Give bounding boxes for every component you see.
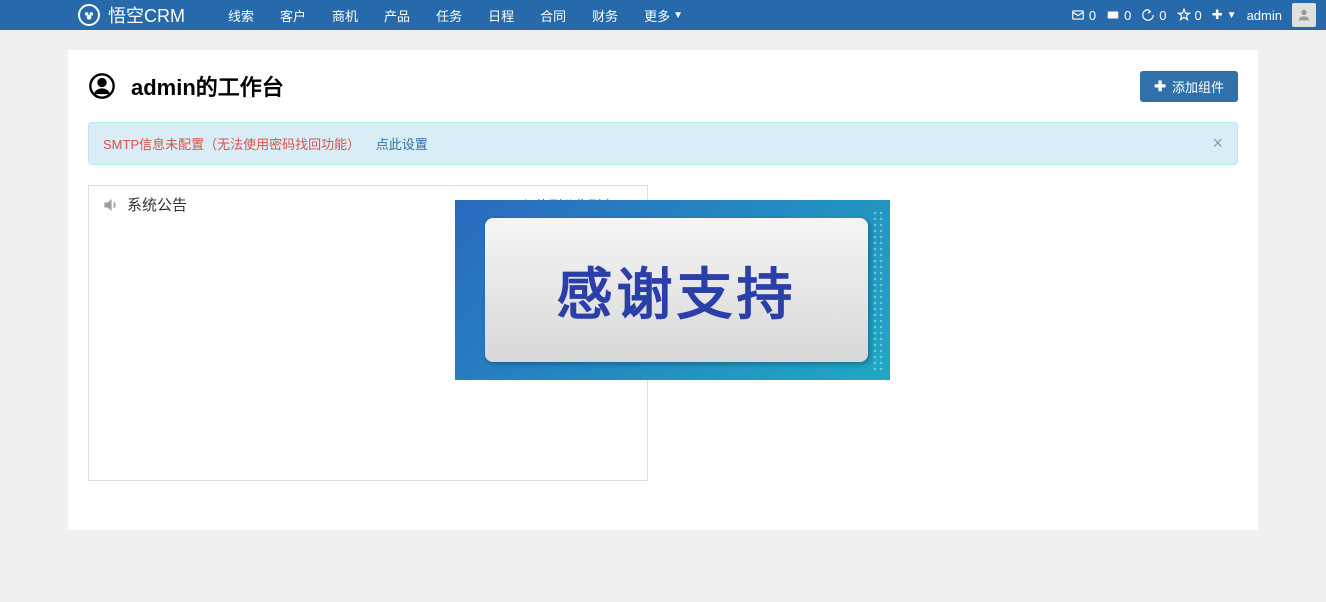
card-icon <box>1106 8 1120 22</box>
nav-item-customers[interactable]: 客户 <box>267 6 319 25</box>
logo-section[interactable]: 悟空CRM <box>78 2 185 28</box>
refresh-icon <box>1141 8 1155 22</box>
alert-text: SMTP信息未配置（无法使用密码找回功能） <box>103 137 360 152</box>
stat-mail[interactable]: 0 <box>1071 8 1096 23</box>
nav-menu: 线索 客户 商机 产品 任务 日程 合同 财务 更多▼ <box>215 6 696 25</box>
username[interactable]: admin <box>1247 8 1282 23</box>
caret-down-icon: ▼ <box>1227 10 1237 21</box>
plus-icon: ✚ <box>1154 78 1166 95</box>
alert-close-button[interactable]: × <box>1212 133 1223 154</box>
nav-right: 0 0 0 0 ✚ ▼ admin <box>1071 3 1316 27</box>
nav-item-opportunities[interactable]: 商机 <box>319 6 371 25</box>
nav-item-more[interactable]: 更多▼ <box>631 6 696 25</box>
modal-inner: 感谢支持 <box>485 218 868 362</box>
modal-box: 感谢支持 <box>455 200 890 380</box>
star-icon <box>1177 8 1191 22</box>
speaker-icon <box>103 197 119 213</box>
nav-item-tasks[interactable]: 任务 <box>423 6 475 25</box>
stat-card[interactable]: 0 <box>1106 8 1131 23</box>
plus-icon: ✚ <box>1212 7 1223 23</box>
modal-text: 感谢支持 <box>557 250 797 331</box>
stat-star[interactable]: 0 <box>1177 8 1202 23</box>
navbar: 悟空CRM 线索 客户 商机 产品 任务 日程 合同 财务 更多▼ 0 0 0 … <box>0 0 1326 30</box>
modal-dots-decoration <box>872 210 884 370</box>
stat-refresh[interactable]: 0 <box>1141 8 1166 23</box>
monkey-logo-icon <box>78 4 100 26</box>
nav-item-products[interactable]: 产品 <box>371 6 423 25</box>
nav-item-contracts[interactable]: 合同 <box>527 6 579 25</box>
user-avatar-icon <box>1296 7 1312 23</box>
brand-name: 悟空CRM <box>108 2 185 28</box>
alert-link[interactable]: 点此设置 <box>376 137 428 152</box>
widget-title: 系统公告 <box>127 194 187 215</box>
caret-down-icon: ▼ <box>673 10 683 21</box>
alert-smtp: SMTP信息未配置（无法使用密码找回功能） 点此设置 × <box>88 122 1238 165</box>
page-header: admin的工作台 ✚ 添加组件 <box>88 70 1238 102</box>
mail-icon <box>1071 8 1085 22</box>
page-title: admin的工作台 <box>131 70 284 102</box>
add-menu[interactable]: ✚ ▼ <box>1212 7 1237 23</box>
nav-item-schedule[interactable]: 日程 <box>475 6 527 25</box>
header-left: admin的工作台 <box>88 70 284 102</box>
nav-item-finance[interactable]: 财务 <box>579 6 631 25</box>
avatar[interactable] <box>1292 3 1316 27</box>
add-widget-button[interactable]: ✚ 添加组件 <box>1140 71 1238 102</box>
thank-you-modal: 感谢支持 <box>455 200 890 380</box>
nav-item-leads[interactable]: 线索 <box>215 6 267 25</box>
user-circle-icon <box>88 72 116 100</box>
